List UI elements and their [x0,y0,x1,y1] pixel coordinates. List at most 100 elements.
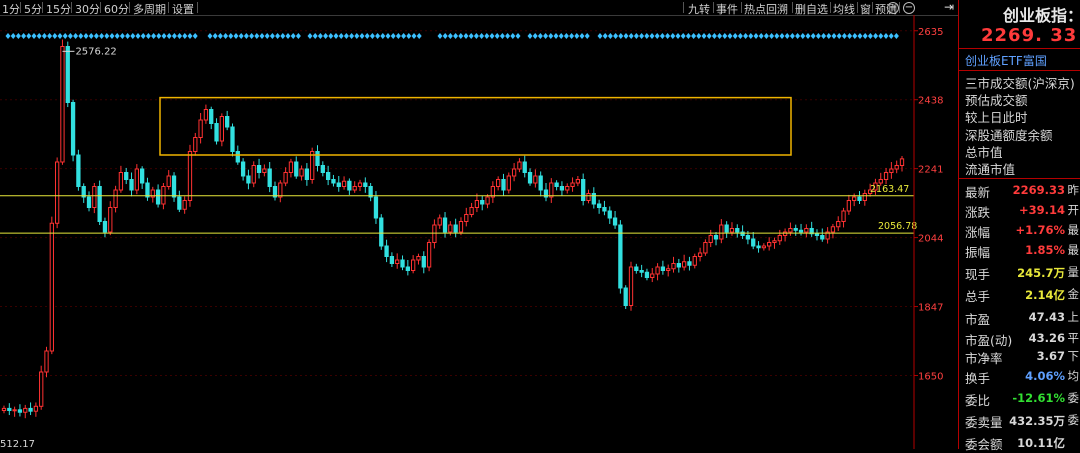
y-tick-label: 1650 [918,372,943,383]
candle-body [49,222,54,352]
candle-body [113,189,118,208]
candle-body [177,196,182,210]
signal-marker [369,33,375,39]
quote-row-value: 245.7万 [1017,266,1065,280]
quote-panel: 创业板指： 2269. 33 创业板ETF富国 三市成交额(沪深京) 预估成交额较… [958,0,1080,452]
candlestick-chart[interactable]: 2163.47 2056.78 2576.22 512.17 2635 2438 2241… [0,15,958,449]
panel-label: 预估成交额 [965,93,1028,109]
signal-marker [633,33,639,39]
signal-marker [644,33,650,39]
signal-marker [758,33,764,39]
candle-body [602,207,607,212]
candle-body [745,235,751,240]
signal-marker [390,33,396,39]
signal-marker [701,33,707,39]
signal-marker [847,33,853,39]
candle-body [772,240,777,243]
signal-marker [563,33,569,39]
candle-body [363,182,368,187]
signal-marker [795,33,801,39]
quote-row-suffix: 上 [1067,310,1080,324]
signal-marker [670,33,676,39]
candle-body [485,196,490,205]
candle-body [724,224,729,233]
signal-marker [161,33,167,39]
candle-body [7,407,12,411]
y-tick-label: 2438 [918,96,943,107]
signal-marker [264,33,270,39]
signal-marker [328,33,334,39]
quote-row-value: 4.06% [1025,369,1065,383]
signal-marker [665,33,671,39]
candle-body [480,200,485,205]
candle-body [442,217,448,233]
signal-marker [285,33,291,39]
signal-marker [217,33,223,39]
signal-marker [307,33,313,39]
signal-marker [763,33,769,39]
signal-marker [579,33,585,39]
signal-marker [826,33,832,39]
signal-marker [238,33,244,39]
signal-marker [862,33,868,39]
candle-body [660,266,666,271]
etf-link[interactable]: 创业板ETF富国 [965,52,1047,69]
candle-body [225,116,230,128]
candle-body [761,245,766,249]
panel-label: 流通市值 [965,162,1016,177]
candle-body [294,161,299,177]
signal-marker [269,33,275,39]
collapse-panel-icon[interactable]: ⇥ [944,0,954,14]
candle-body [591,193,596,205]
candle-body [336,182,341,187]
signal-marker [774,33,780,39]
candle-body [501,179,506,191]
candle-body [681,261,687,268]
candle-body [862,193,867,201]
candle-body [458,221,464,233]
quote-row-value: -12.61% [1012,391,1065,405]
candle-body [692,256,697,266]
candle-body [198,119,203,138]
candle-body [166,175,171,187]
signal-marker [375,33,381,39]
signal-marker [78,33,84,39]
candle-body [140,168,145,184]
signal-marker [125,33,131,39]
signal-marker [223,33,229,39]
panel-label: 总市值 [965,144,1003,160]
candle-body [129,179,134,191]
candle-body [92,186,97,208]
quote-row-suffix: 均 [1067,369,1080,383]
candle-body [421,256,426,268]
candle-body [703,242,708,254]
candle-body [17,409,23,413]
signal-marker [416,33,422,39]
quote-row-suffix: 开 [1067,203,1080,217]
zoom-in-icon[interactable]: + [887,2,899,14]
signal-marker [613,33,619,39]
signal-marker [243,33,249,39]
candle-body [426,242,432,268]
quote-row-suffix: 下 [1067,349,1080,363]
candle-body [60,46,65,163]
quote-row-label: 涨幅 [965,225,991,240]
quote-row-label: 最新 [965,185,991,200]
candle-body [278,182,283,198]
signal-marker [769,33,775,39]
high-label: 2576.22 [75,46,116,57]
quote-row-value: 43.26 [1028,331,1065,345]
candle-body [506,175,511,191]
lower-line-label: 2056.78 [878,221,917,232]
signal-marker [878,33,884,39]
candle-body [325,172,331,180]
quote-row-suffix: 金 [1067,287,1080,301]
signal-marker [883,33,889,39]
candle-body [639,270,644,273]
signal-marker [691,33,697,39]
candle-body [804,228,809,233]
candle-body [623,287,628,306]
signal-marker [473,33,479,39]
zoom-out-icon[interactable]: − [903,2,915,14]
candle-body [549,182,554,198]
